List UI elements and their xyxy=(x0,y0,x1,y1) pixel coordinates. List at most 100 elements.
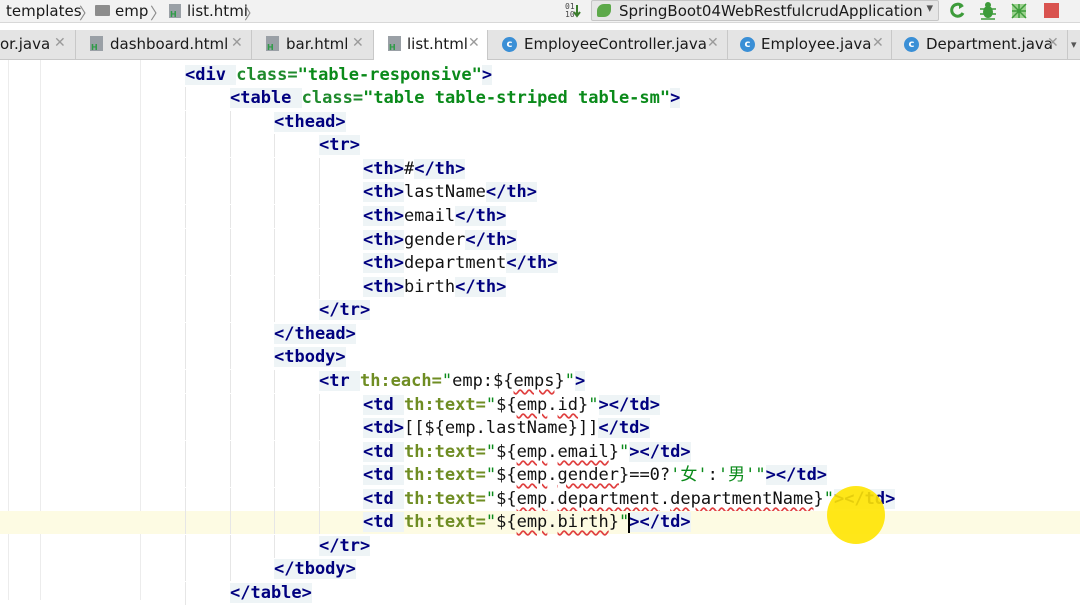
indent-guide xyxy=(274,205,275,228)
code-token: departmentName xyxy=(670,489,814,509)
code-token: <tbody> xyxy=(274,347,346,367)
indent-guide xyxy=(230,111,231,134)
code-token: '男' xyxy=(717,465,756,485)
code-token: lastName xyxy=(403,182,486,202)
close-icon[interactable]: ✕ xyxy=(1047,35,1059,51)
html-file-icon xyxy=(388,36,401,52)
code-token: <div xyxy=(185,65,237,85)
code-token: [[${emp.lastName}]] xyxy=(403,418,599,438)
code-token: <thead> xyxy=(274,112,346,132)
tab-overflow-icon[interactable]: ▾ xyxy=(1071,38,1077,51)
code-line: </tr> xyxy=(0,299,1080,322)
breadcrumb-list-html[interactable]: list.html xyxy=(187,2,248,20)
tab-list-html[interactable]: list.html ✕ xyxy=(374,30,488,60)
code-token: : xyxy=(707,465,718,485)
code-editor[interactable]: <div class="table-responsive"> <table cl… xyxy=(0,60,1080,605)
close-icon[interactable]: ✕ xyxy=(468,35,480,51)
rerun-icon[interactable] xyxy=(947,1,967,20)
code-token: } xyxy=(578,395,589,415)
code-token: class= xyxy=(236,65,298,85)
indent-guide xyxy=(185,535,186,558)
code-token: <td xyxy=(363,489,404,509)
tab-bar-html[interactable]: bar.html ✕ xyxy=(252,30,374,59)
code-token: </th> xyxy=(455,206,507,226)
debug-icon[interactable] xyxy=(978,1,998,20)
indent-guide xyxy=(185,394,186,417)
html-file-icon xyxy=(266,36,279,52)
indent-guide xyxy=(185,134,186,157)
indent-guide xyxy=(274,134,275,157)
code-token: <td xyxy=(363,395,404,415)
code-token: emp xyxy=(516,489,548,509)
breadcrumb-templates[interactable]: templates xyxy=(6,2,82,20)
html-file-icon xyxy=(90,36,103,52)
indent-guide xyxy=(185,558,186,581)
code-token: " xyxy=(485,442,497,462)
tab-or-java[interactable]: or.java ✕ xyxy=(0,30,76,59)
code-token: <th> xyxy=(363,277,404,297)
code-line: <tr th:each="emp:${emps}"> xyxy=(0,370,1080,393)
close-icon[interactable]: ✕ xyxy=(352,35,364,51)
tab-dashboard-html[interactable]: dashboard.html ✕ xyxy=(76,30,252,59)
java-class-icon: c xyxy=(904,37,919,52)
indent-guide xyxy=(230,464,231,487)
close-icon[interactable]: ✕ xyxy=(707,35,719,51)
code-token: "table-responsive" xyxy=(297,65,482,85)
code-line: <td th:text="${emp.id}"></td> xyxy=(0,394,1080,417)
indent-guide xyxy=(230,346,231,369)
indent-guide xyxy=(319,511,320,534)
tab-label: or.java xyxy=(0,35,51,53)
indent-guide xyxy=(274,252,275,275)
code-token: </th> xyxy=(414,159,466,179)
code-line: <div class="table-responsive"> xyxy=(0,64,1080,87)
code-line: </thead> xyxy=(0,323,1080,346)
indent-guide xyxy=(185,323,186,346)
tab-employee-java[interactable]: c Employee.java ✕ xyxy=(728,30,892,59)
code-token: ${ xyxy=(496,442,517,462)
code-token: "table table-striped table-sm" xyxy=(363,88,671,108)
code-token: '女' xyxy=(670,465,708,485)
folder-icon xyxy=(95,5,110,16)
code-token: id xyxy=(557,395,579,415)
code-line: </tbody> xyxy=(0,558,1080,581)
code-token: </tbody> xyxy=(274,559,356,579)
navigation-bar: templates 〉 emp 〉 list.html 〉 01 10 Spri… xyxy=(0,0,1080,23)
code-token: " xyxy=(485,465,497,485)
code-line: <th>department</th> xyxy=(0,252,1080,275)
code-token: <td xyxy=(363,512,404,532)
close-icon[interactable]: ✕ xyxy=(54,35,66,51)
indent-guide xyxy=(274,488,275,511)
close-icon[interactable]: ✕ xyxy=(231,35,243,51)
close-icon[interactable]: ✕ xyxy=(872,35,884,51)
indent-guide xyxy=(230,370,231,393)
tab-employeecontroller-java[interactable]: c EmployeeController.java ✕ xyxy=(488,30,728,59)
mouse-cursor-highlight xyxy=(827,486,885,544)
code-line: <th>lastName</th> xyxy=(0,181,1080,204)
code-token: birth xyxy=(403,277,456,297)
spring-boot-icon xyxy=(597,4,611,17)
indent-guide xyxy=(274,441,275,464)
code-token: . xyxy=(659,489,671,509)
breadcrumb-emp[interactable]: emp xyxy=(115,2,148,20)
code-line: <td th:text="${emp.email}"></td> xyxy=(0,441,1080,464)
indent-guide xyxy=(319,276,320,299)
coverage-icon[interactable] xyxy=(1009,1,1029,20)
tab-department-java[interactable]: c Department.java ✕ xyxy=(892,30,1068,59)
code-token: birth xyxy=(557,512,609,532)
run-configuration-select[interactable]: SpringBoot04WebRestfulcrudApplication ▾ xyxy=(591,0,939,21)
tab-label: list.html xyxy=(407,35,468,53)
indent-guide xyxy=(230,181,231,204)
stop-icon[interactable] xyxy=(1041,1,1061,20)
code-token: ${ xyxy=(496,395,517,415)
build-icon[interactable]: 01 10 xyxy=(563,1,583,20)
code-token: ${ xyxy=(496,465,517,485)
svg-text:10: 10 xyxy=(565,10,575,19)
code-token: emp xyxy=(516,465,548,485)
code-token: <table xyxy=(230,88,302,108)
code-token: th:each= xyxy=(359,371,442,391)
breadcrumb-separator: 〉 xyxy=(79,4,96,23)
tab-label: Employee.java xyxy=(761,35,872,53)
indent-guide xyxy=(185,441,186,464)
indent-guide xyxy=(185,464,186,487)
code-token: emps xyxy=(513,371,555,391)
